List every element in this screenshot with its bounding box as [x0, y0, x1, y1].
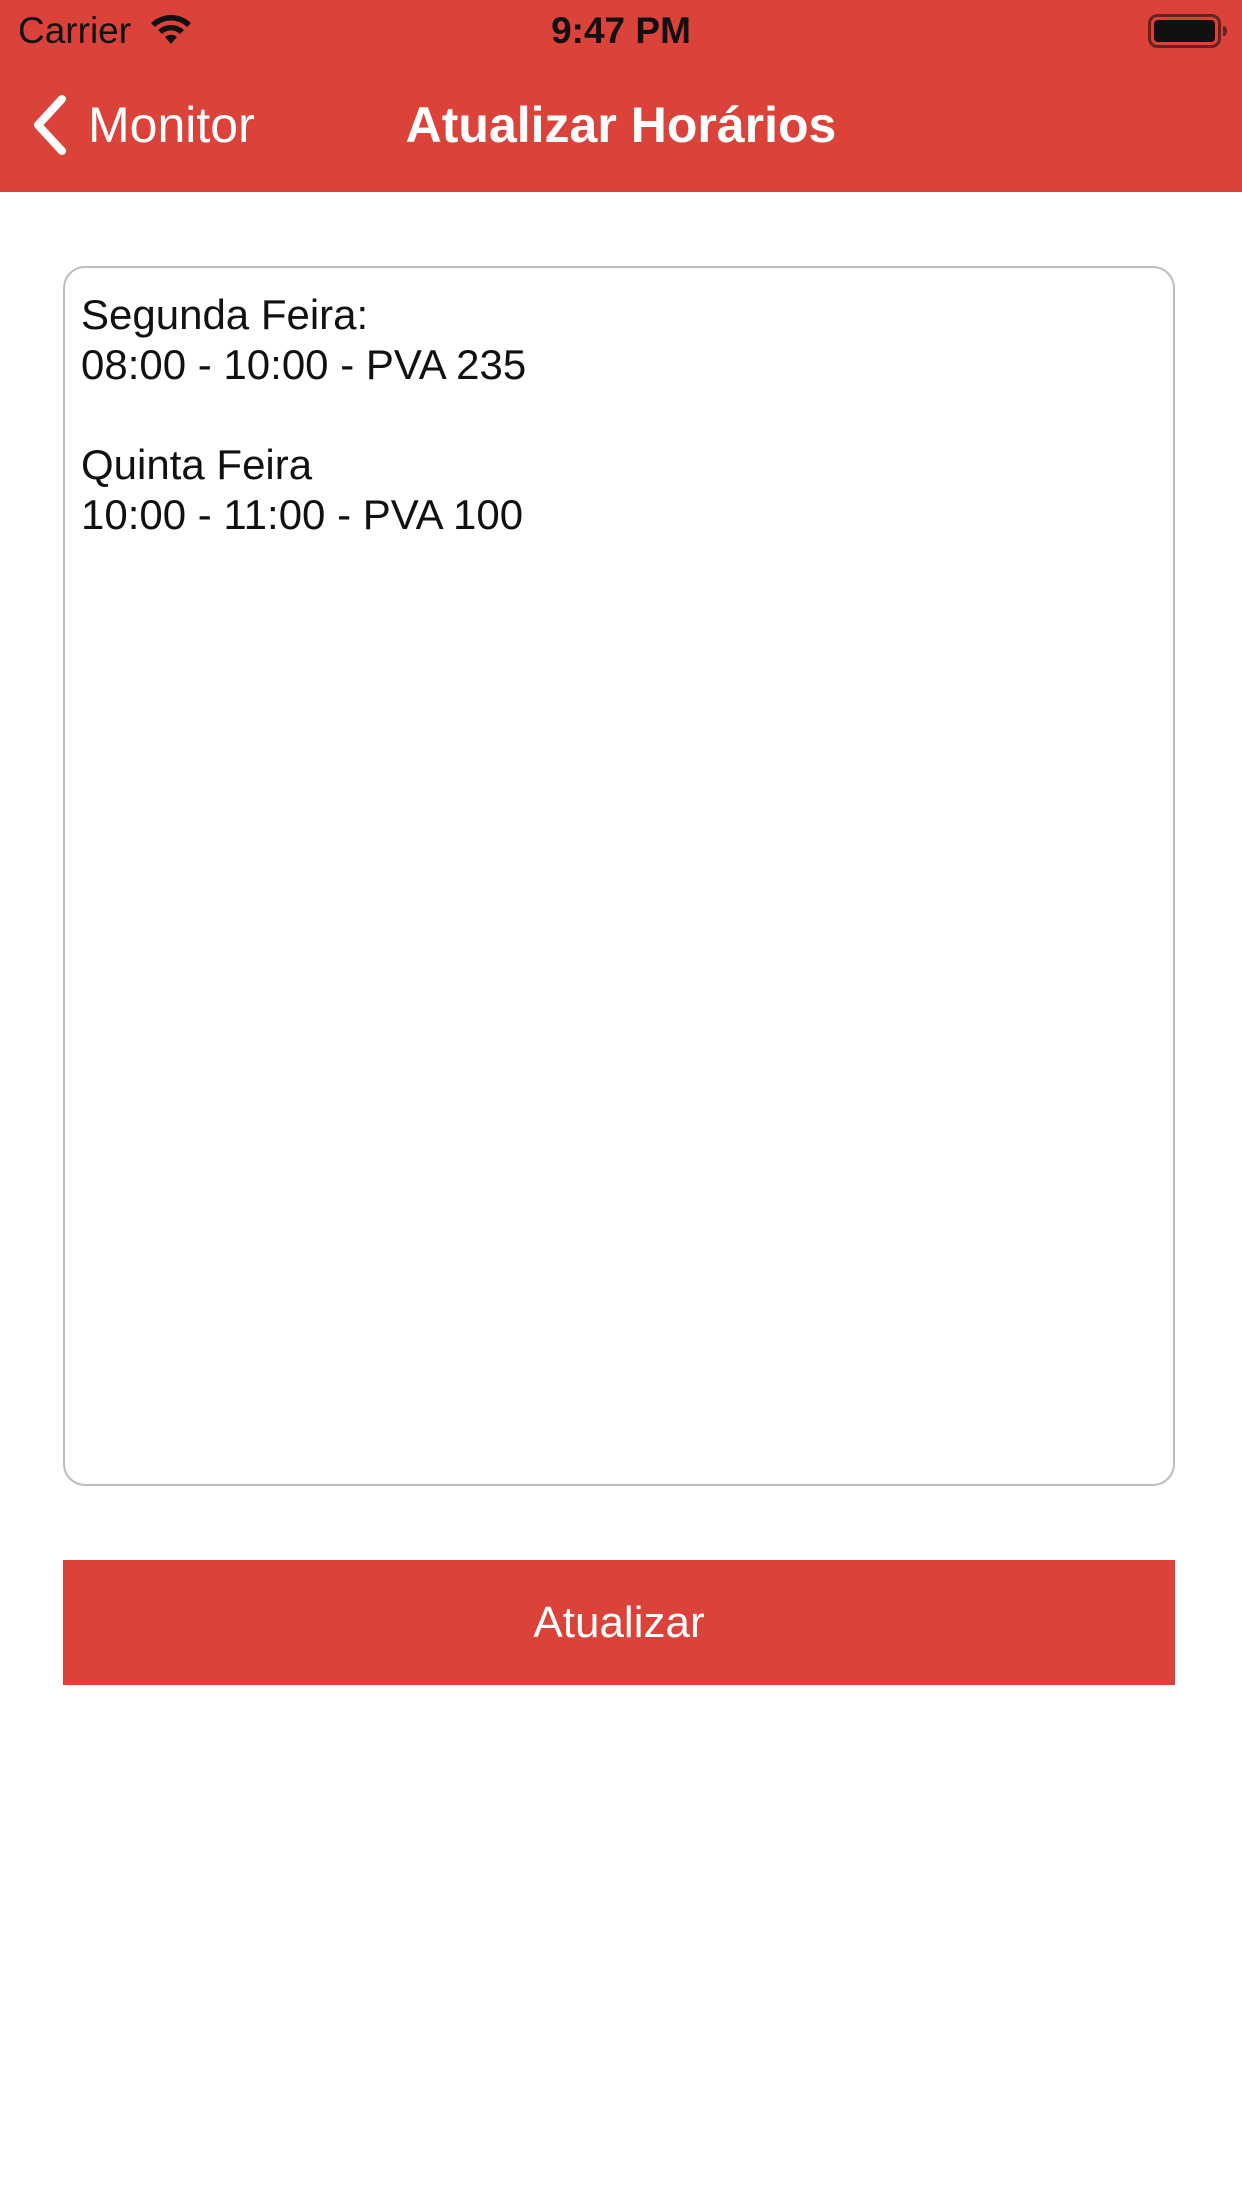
- text-line: Quinta Feira: [81, 441, 313, 488]
- status-time: 9:47 PM: [551, 10, 691, 51]
- text-line: Segunda Feira:: [81, 291, 369, 338]
- battery-icon: [1148, 14, 1227, 48]
- schedule-text-view[interactable]: Segunda Feira: 08:00 - 10:00 - PVA 235 Q…: [63, 266, 1175, 1486]
- page-title: Atualizar Horários: [405, 97, 837, 153]
- update-button[interactable]: Atualizar: [63, 1560, 1175, 1685]
- text-line: [81, 390, 1157, 440]
- text-line: 10:00 - 11:00 - PVA 100: [81, 491, 524, 538]
- top-bar: Carrier 9:47 PM Monitor Atualizar Horári…: [0, 0, 1242, 192]
- navigation-bar: Monitor Atualizar Horários: [0, 62, 1242, 192]
- status-bar: Carrier 9:47 PM: [0, 0, 1242, 62]
- text-line: 08:00 - 10:00 - PVA 235: [81, 341, 527, 388]
